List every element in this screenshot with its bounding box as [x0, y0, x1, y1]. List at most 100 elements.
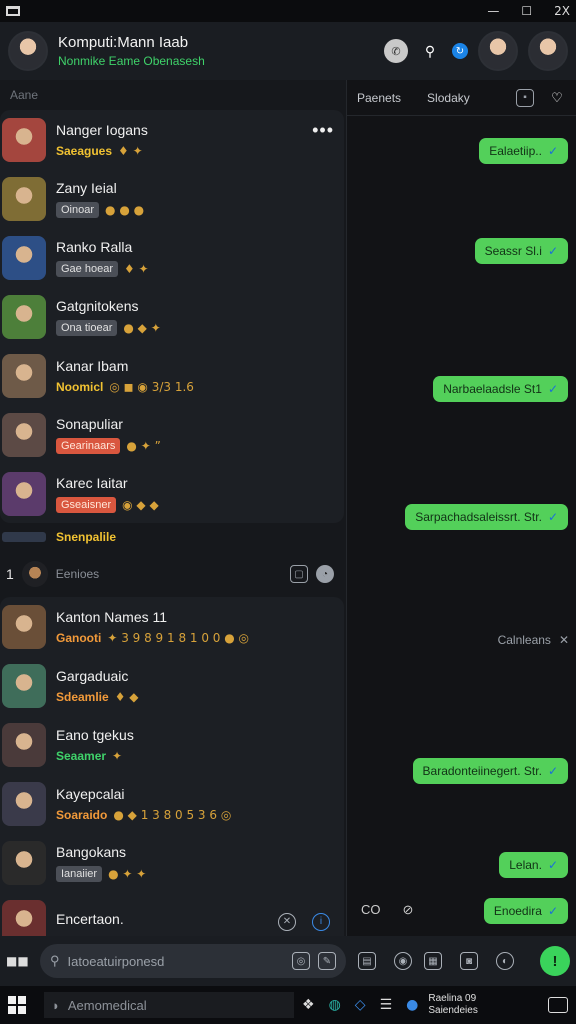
expand-icon[interactable]: ▪	[516, 88, 534, 107]
chat-list-item[interactable]: Sonapuliar Gearinaars ● ✦ ”	[0, 405, 344, 464]
sticker-icon[interactable]: ✎	[318, 952, 336, 970]
user-avatar[interactable]	[528, 31, 568, 71]
network-icon[interactable]: ●	[406, 997, 418, 1013]
message-bubble[interactable]: Ealaetiip.. ✓	[479, 138, 568, 164]
chat-list-item[interactable]: Karec Iaitar Gseaisner ◉ ◆ ◆	[0, 464, 344, 523]
message-bubble[interactable]: Baradonteiinegert. Str. ✓	[412, 758, 568, 784]
chat-name: Ranko Ralla	[56, 238, 133, 255]
chat-name: Bangokans	[56, 843, 127, 860]
read-check-icon: ✓	[547, 764, 558, 778]
group-label: Eenioes	[55, 567, 100, 581]
close-bar: Calnleans ✕	[457, 633, 576, 653]
taskbar-search[interactable]: ◗ Aemomedical	[44, 992, 294, 1018]
apps-icon[interactable]: ■■	[6, 954, 29, 968]
chat-list-item[interactable]: Gargaduaic Sdeamlie ♦ ◆	[0, 656, 344, 715]
chat-name: Kanton Names 11	[56, 608, 168, 625]
chat-badge: Noomicl	[56, 379, 104, 394]
emoji-icon[interactable]: ◉	[394, 952, 412, 970]
read-check-icon: ✓	[547, 904, 558, 918]
chat-badge: Gseaisner	[56, 496, 117, 513]
message-bubble[interactable]: Enoedira ✓	[483, 898, 568, 924]
message-text: Lelan.	[509, 858, 542, 872]
chat-list-item[interactable]: Nanger Iogans Saeagues ♦ ✦ •••	[0, 110, 344, 169]
timer-icon[interactable]: ◐	[496, 952, 514, 970]
info-icon[interactable]: i	[312, 912, 330, 931]
chat-avatar	[2, 840, 46, 885]
chat-list-item[interactable]: Zany Ieial Oinoar ● ● ●	[0, 169, 344, 228]
contact-avatar[interactable]	[8, 31, 48, 71]
taskbar-clock[interactable]: Raelina 09 Saiendeies	[428, 993, 477, 1017]
settings-icon[interactable]: ◔	[316, 565, 334, 583]
mute-icon[interactable]: ✕	[278, 912, 296, 931]
chat-name: Kanar Ibam	[56, 357, 129, 374]
search-icon[interactable]: ⚲	[418, 39, 442, 63]
refresh-icon[interactable]: ↻	[452, 43, 468, 59]
message-text: Narbaelaadsle St1	[443, 382, 542, 396]
chat-name: Nanger Iogans	[56, 121, 148, 138]
thumbnail	[2, 532, 46, 542]
chat-avatar	[2, 117, 46, 162]
cc-icon[interactable]: CO	[361, 902, 381, 918]
notification-icon[interactable]	[548, 997, 568, 1013]
minimize-button[interactable]: —	[487, 4, 499, 18]
chat-list-item[interactable]: Gatgnitokens Ona tioear ● ◆ ✦	[0, 287, 344, 346]
chat-list-item[interactable]: Bangokans Ianaiier ● ✦ ✦	[0, 833, 344, 892]
reaction-icons: ♦ ◆	[114, 689, 139, 704]
windows-start-icon[interactable]	[8, 996, 26, 1014]
group-avatar	[21, 561, 48, 587]
chat-name: Kayepcalai	[56, 785, 125, 802]
attach-icon[interactable]: ◎	[292, 952, 310, 970]
mic-icon[interactable]: ⊘	[403, 902, 414, 918]
chat-avatar	[2, 663, 46, 708]
close-window-button[interactable]: 2X	[554, 4, 570, 18]
message-bubble[interactable]: Sarpachadsaleissrt. Str. ✓	[405, 504, 568, 530]
maximize-button[interactable]: ☐	[521, 4, 532, 18]
chat-badge: Seaamer	[56, 748, 107, 763]
message-bubble[interactable]: Seassr Sl.i ✓	[474, 238, 568, 264]
store-icon[interactable]: ◇	[355, 997, 366, 1013]
reaction-icons: ● ◆ ✦	[123, 320, 161, 335]
message-bubble[interactable]: Narbaelaadsle St1 ✓	[433, 376, 568, 402]
heart-icon[interactable]: ♡	[548, 89, 566, 107]
chat-avatar	[2, 294, 46, 339]
app-icon	[6, 6, 20, 16]
widgets-icon[interactable]: ❖	[302, 997, 315, 1013]
send-button[interactable]: !	[540, 946, 570, 976]
tab-paenets[interactable]: Paenets	[357, 91, 401, 105]
message-bubble[interactable]: Lelan. ✓	[499, 852, 568, 878]
gallery-icon[interactable]: ▦	[424, 952, 442, 970]
message-input[interactable]: ⚲ Iatoeatuirponesd ◎ ✎	[40, 944, 346, 978]
chat-title: Komputi:Mann Iaab	[58, 34, 189, 51]
image-icon[interactable]: ▤	[358, 952, 376, 970]
call-icon[interactable]: ✆	[384, 39, 408, 63]
chat-list-item[interactable]: Kanar Ibam Noomicl ◎ ◼ ◉ 3/3 1.6	[0, 346, 344, 405]
chat-avatar	[2, 176, 46, 221]
chat-list-item[interactable]: Kanton Names 11 Ganooti ✦ 3 9 8 9 1 8 1 0 …	[0, 597, 344, 656]
tab-slodaky[interactable]: Slodaky	[427, 91, 470, 105]
message-text: Ealaetiip..	[489, 144, 542, 158]
chat-list-item[interactable]: Ranko Ralla Gae hoear ♦ ✦	[0, 228, 344, 287]
chat-avatar	[2, 235, 46, 280]
reaction-icons: ♦ ✦	[118, 143, 143, 158]
chat-name: Gargaduaic	[56, 667, 129, 684]
chat-header: Komputi:Mann Iaab Nonmike Eame Obenasesh…	[0, 22, 576, 80]
chat-group: Kanton Names 11 Ganooti ✦ 3 9 8 9 1 8 1 0 …	[0, 597, 344, 951]
keyboard-icon[interactable]: ☰	[380, 997, 393, 1013]
copy-icon[interactable]: ▢	[290, 565, 308, 583]
close-icon[interactable]: ✕	[559, 633, 569, 653]
more-options-icon[interactable]: •••	[312, 120, 334, 141]
camera-icon[interactable]: ◙	[460, 952, 478, 970]
edge-icon[interactable]: ◍	[329, 997, 341, 1013]
chat-list-item[interactable]: Kayepcalai Soaraido ● ◆ 1 3 8 0 5 3 6 ◎	[0, 774, 344, 833]
chat-list-item[interactable]: Eano tgekus Seaamer ✦	[0, 715, 344, 774]
chat-badge: Ona tioear	[56, 319, 118, 336]
message-text: Baradonteiinegert. Str.	[422, 764, 542, 778]
chat-badge: Sdeamlie	[56, 689, 109, 704]
chat-avatar	[2, 604, 46, 649]
clock-time: Raelina 09	[428, 993, 477, 1004]
list-item[interactable]: Snenpalile	[0, 523, 346, 551]
participant-avatar[interactable]	[478, 31, 518, 71]
message-text: Seassr Sl.i	[484, 244, 542, 258]
message-placeholder: Iatoeatuirponesd	[67, 953, 165, 969]
mic-icon: ◗	[52, 997, 60, 1013]
